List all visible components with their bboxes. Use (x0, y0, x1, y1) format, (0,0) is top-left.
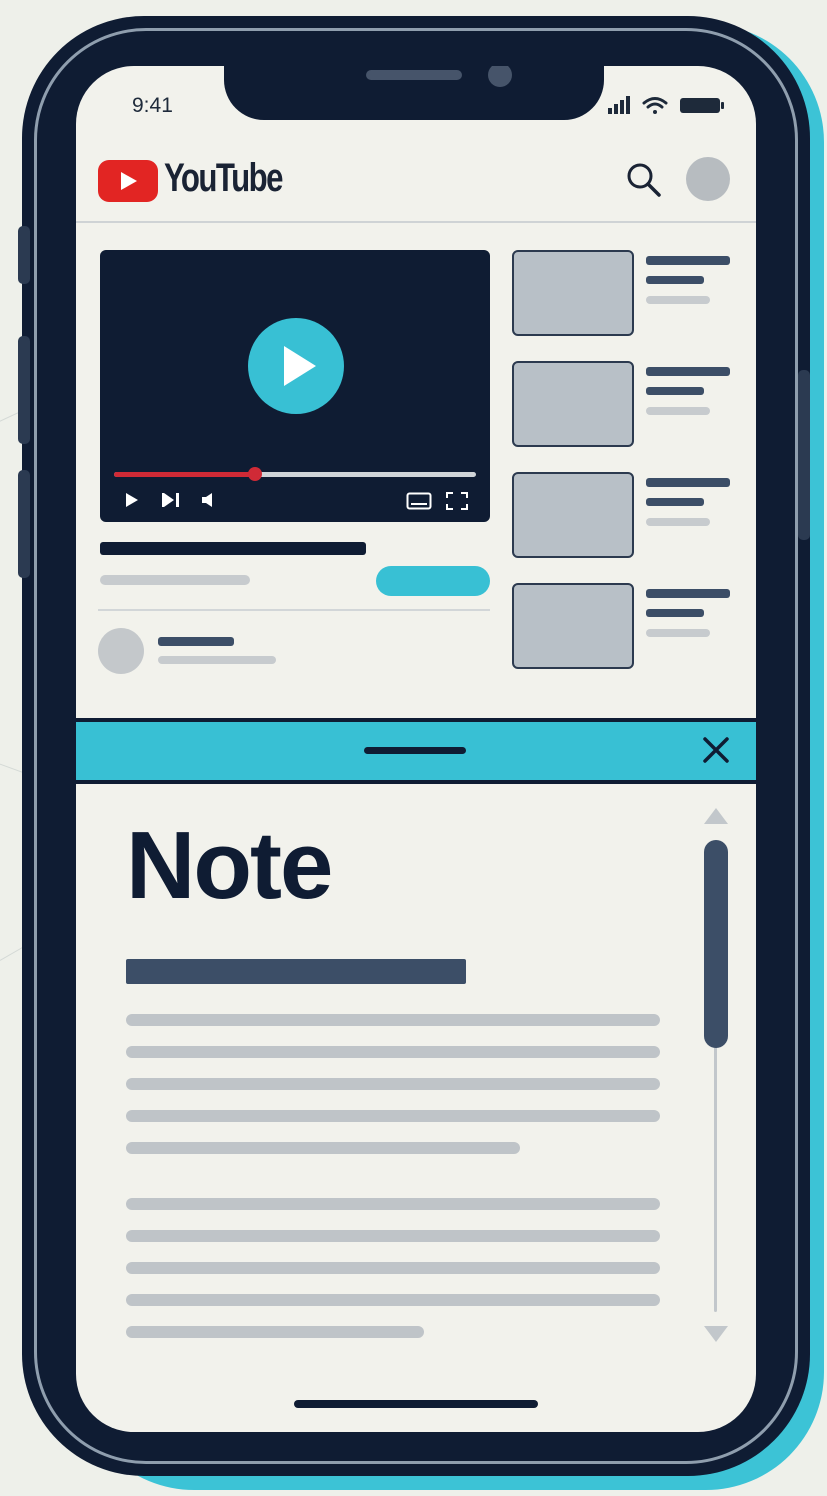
channel-avatar[interactable] (98, 628, 144, 674)
related-video-item[interactable] (512, 250, 736, 336)
note-text-line (126, 1046, 660, 1058)
related-video-item[interactable] (512, 583, 736, 669)
phone-side-button (18, 226, 30, 284)
search-icon (627, 163, 661, 197)
seek-bar[interactable] (114, 467, 476, 481)
close-button[interactable] (696, 730, 736, 770)
related-meta-placeholder (646, 518, 710, 526)
player-play-icon[interactable] (124, 492, 140, 508)
home-indicator[interactable] (294, 1400, 538, 1408)
related-video-thumbnail (512, 472, 634, 558)
speaker-grille (366, 70, 462, 80)
seek-handle[interactable] (248, 467, 263, 481)
related-title-placeholder (646, 276, 704, 284)
note-text-line (126, 1014, 660, 1026)
header-divider (76, 221, 756, 223)
note-text-line (126, 1230, 660, 1242)
related-title-placeholder (646, 478, 730, 487)
related-video-item[interactable] (512, 361, 736, 447)
wifi-icon (642, 97, 668, 114)
note-text-line (126, 1078, 660, 1090)
volume-icon[interactable] (200, 492, 216, 508)
drag-handle[interactable] (364, 747, 466, 754)
app-brand: YouTube (164, 156, 283, 200)
video-meta-placeholder (100, 575, 250, 585)
close-icon (703, 737, 729, 763)
note-text-line (126, 1110, 660, 1122)
video-title-placeholder (100, 542, 366, 555)
status-time: 9:41 (132, 94, 173, 117)
scrollbar-thumb[interactable] (704, 840, 728, 1048)
scroll-down-arrow-icon[interactable] (702, 1324, 730, 1344)
related-title-placeholder (646, 367, 730, 376)
subscribe-button[interactable] (376, 566, 490, 596)
related-title-placeholder (646, 589, 730, 598)
status-icons (608, 94, 726, 121)
channel-name-placeholder (158, 637, 234, 646)
related-title-placeholder (646, 256, 730, 265)
seek-progress (114, 472, 256, 477)
details-divider (98, 609, 490, 611)
channel-meta-placeholder (158, 656, 276, 664)
phone-side-button (798, 370, 810, 540)
note-text-line (126, 1294, 660, 1306)
note-title: Note (126, 812, 333, 919)
related-video-thumbnail (512, 583, 634, 669)
related-video-item[interactable] (512, 472, 736, 558)
next-icon[interactable] (162, 492, 182, 508)
note-text-line (126, 1142, 520, 1154)
related-meta-placeholder (646, 629, 710, 637)
fullscreen-icon[interactable] (446, 492, 468, 510)
video-player[interactable] (100, 250, 490, 522)
phone-side-button (18, 336, 30, 444)
front-camera (488, 66, 512, 87)
scroll-up-arrow-icon[interactable] (702, 806, 730, 826)
related-title-placeholder (646, 498, 704, 506)
search-button[interactable] (622, 158, 666, 202)
account-avatar[interactable] (686, 157, 730, 201)
play-button[interactable] (248, 318, 344, 414)
related-video-thumbnail (512, 361, 634, 447)
note-text-line (126, 1326, 424, 1338)
battery-icon (680, 98, 724, 113)
notch (224, 66, 604, 120)
note-text-line (126, 1262, 660, 1274)
play-icon (284, 346, 316, 386)
note-heading-placeholder (126, 959, 466, 984)
note-panel-header[interactable] (76, 722, 756, 784)
related-video-thumbnail (512, 250, 634, 336)
captions-icon[interactable] (406, 492, 432, 510)
related-title-placeholder (646, 609, 704, 617)
youtube-logo-icon (98, 160, 158, 202)
phone-screen: 9:41 YouTube Note (76, 66, 756, 1432)
phone-side-button (18, 470, 30, 578)
note-text-line (126, 1198, 660, 1210)
signal-icon (608, 96, 630, 114)
related-title-placeholder (646, 387, 704, 395)
related-meta-placeholder (646, 407, 710, 415)
related-meta-placeholder (646, 296, 710, 304)
